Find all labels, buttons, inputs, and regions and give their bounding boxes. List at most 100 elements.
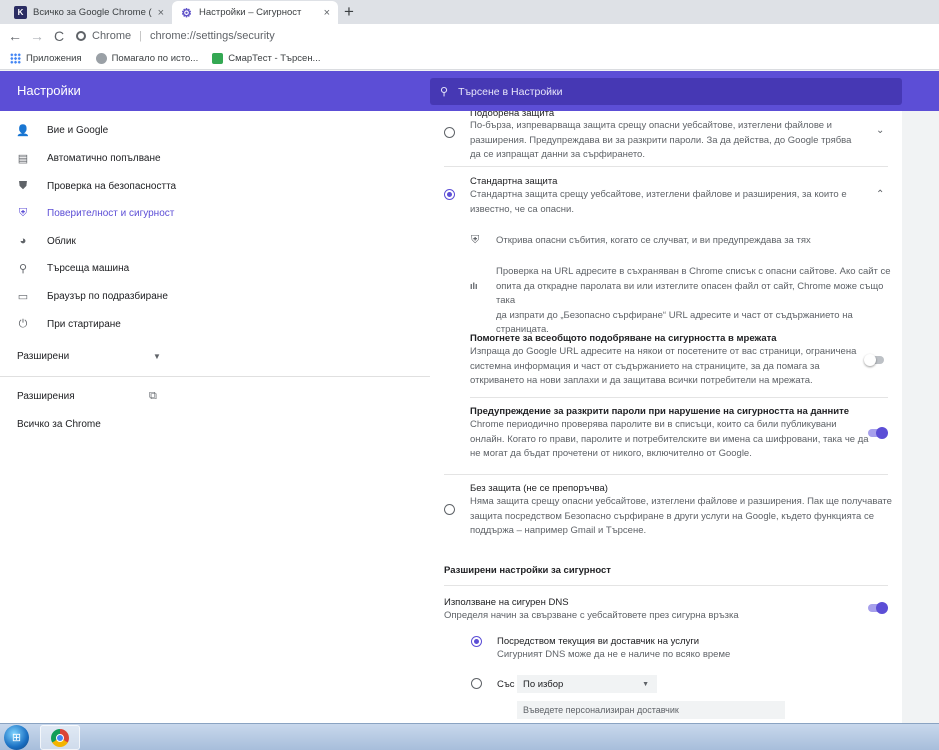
- search-icon: ⚲: [18, 262, 28, 275]
- dns-provider-select[interactable]: По избор ▼: [517, 675, 657, 693]
- dns-custom-radio[interactable]: [471, 678, 482, 689]
- page-title: Настройки: [17, 83, 81, 98]
- new-tab-button[interactable]: +: [344, 2, 354, 22]
- no-protection-title: Без защита (не се препоръчва): [470, 483, 608, 494]
- close-tab-icon[interactable]: ×: [324, 7, 330, 19]
- site-favicon-icon: K: [14, 6, 27, 19]
- sidebar-item-about-chrome[interactable]: Всичко за Chrome: [17, 419, 101, 430]
- url-text[interactable]: chrome://settings/security: [150, 30, 275, 42]
- back-button[interactable]: ←: [4, 28, 26, 44]
- desc-line: системна информация и част от съдържание…: [470, 360, 820, 372]
- dns-current-provider-title: Посредством текущия ви доставчик на услу…: [497, 636, 700, 647]
- shield-icon: ⛨: [471, 234, 480, 246]
- sidebar-item-label: Облик: [47, 235, 76, 247]
- browser-icon: ▭: [17, 290, 29, 303]
- sidebar-item-autofill[interactable]: ▤ Автоматично попълване: [17, 144, 161, 172]
- person-icon: 👤: [16, 124, 30, 137]
- standard-protection-radio[interactable]: [444, 189, 455, 200]
- reload-button[interactable]: C: [48, 28, 70, 44]
- secure-dns-desc: Определя начин за свързване с уебсайтове…: [444, 610, 739, 621]
- desc-line: поддържа – например Gmail и Търсене.: [470, 525, 647, 536]
- custom-dns-provider-input[interactable]: Въведете персонализиран доставчик: [517, 701, 785, 719]
- help-improve-title: Помогнете за всеобщото подобряване на си…: [470, 333, 777, 344]
- bookmark-favicon-icon: [95, 53, 107, 64]
- close-tab-icon[interactable]: ×: [158, 7, 164, 19]
- power-icon: ⏻: [18, 317, 28, 330]
- forward-button[interactable]: →: [26, 28, 48, 44]
- address-separator: |: [139, 30, 142, 42]
- sidebar-item-on-startup[interactable]: ⏻ При стартиране: [17, 310, 121, 338]
- search-icon: ⚲: [440, 86, 449, 98]
- bar-chart-icon: ılı: [470, 281, 478, 291]
- sidebar-advanced-toggle[interactable]: Разширени ▼: [17, 351, 217, 362]
- sidebar-item-label: Търсеща машина: [47, 262, 130, 274]
- shield-check-icon: ⛊: [18, 179, 28, 192]
- settings-search-input[interactable]: ⚲ Търсене в Настройки: [430, 78, 902, 105]
- desc-line: По-бърза, изпреварваща защита срещу опас…: [470, 120, 832, 131]
- desc-line: Chrome периодично проверява паролите ви …: [470, 419, 837, 430]
- chevron-down-icon[interactable]: ⌄: [876, 125, 884, 136]
- taskbar-chrome-button[interactable]: [40, 725, 80, 750]
- bookmark-apps[interactable]: Приложения: [10, 53, 82, 64]
- bookmark-favicon-icon: [212, 53, 224, 64]
- browser-toolbar: ← → C Chrome | chrome://settings/securit…: [0, 24, 939, 48]
- address-bar[interactable]: Chrome | chrome://settings/security: [76, 30, 275, 42]
- gear-icon: ⚙: [181, 5, 192, 20]
- sidebar-item-appearance[interactable]: ◕ Облик: [17, 227, 76, 255]
- row-divider: [444, 474, 888, 475]
- tab-settings-security[interactable]: ⚙ Настройки – Сигурност ×: [172, 1, 338, 24]
- enhanced-protection-title: Подобрена защита: [470, 111, 555, 119]
- dns-current-provider-desc: Сигурният DNS може да не е наличе по вся…: [497, 649, 731, 660]
- tab-all-about-chrome[interactable]: K Всичко за Google Chrome (обед ×: [6, 1, 172, 24]
- password-warning-toggle[interactable]: [866, 427, 888, 439]
- tab-title: Настройки – Сигурност: [199, 7, 302, 18]
- detect-events-text: Открива опасни събития, когато се случва…: [496, 235, 811, 246]
- chevron-up-icon[interactable]: ⌃: [876, 189, 884, 200]
- password-warning-desc: Chrome периодично проверява паролите ви …: [470, 418, 869, 462]
- sidebar-item-label: Разширения: [17, 391, 75, 402]
- caret-down-icon: ▼: [153, 352, 161, 361]
- sidebar-item-you-and-google[interactable]: 👤 Вие и Google: [16, 116, 109, 144]
- sidebar-item-default-browser[interactable]: ▭ Браузър по подразбиране: [17, 282, 168, 310]
- toggle-knob: [876, 427, 888, 439]
- desc-line: да се изпращат данни за сърфирането.: [470, 149, 645, 160]
- help-improve-desc: Изпраща до Google URL адресите на някои …: [470, 345, 856, 389]
- enhanced-protection-radio[interactable]: [444, 127, 455, 138]
- site-label: Chrome: [92, 30, 132, 42]
- settings-sidebar: 👤 Вие и Google ▤ Автоматично попълване ⛊…: [0, 111, 430, 723]
- sidebar-item-safety-check[interactable]: ⛊ Проверка на безопасността: [17, 172, 176, 200]
- search-placeholder: Търсене в Настройки: [458, 85, 563, 98]
- security-card: Подобрена защита По-бърза, изпреварваща …: [430, 111, 902, 723]
- sidebar-item-privacy-security[interactable]: ⛨ Поверителност и сигурност: [17, 199, 174, 227]
- url-check-text: Проверка на URL адресите в съхраняван в …: [496, 265, 902, 338]
- dns-current-provider-radio[interactable]: [471, 636, 482, 647]
- bookmarks-bar: Приложения Помагало по исто... СмарТест …: [0, 48, 939, 70]
- secure-dns-toggle[interactable]: [866, 602, 888, 614]
- sidebar-item-search-engine[interactable]: ⚲ Търсеща машина: [17, 254, 129, 282]
- no-protection-radio[interactable]: [444, 504, 455, 515]
- sidebar-item-label: Проверка на безопасността: [47, 180, 177, 192]
- input-placeholder: Въведете персонализиран доставчик: [523, 705, 679, 715]
- sidebar-item-label: Всичко за Chrome: [17, 419, 101, 430]
- start-button[interactable]: ⊞: [4, 725, 29, 750]
- desc-line: защита посредством Безопасно сърфиране в…: [470, 510, 874, 522]
- help-improve-toggle[interactable]: [864, 354, 886, 366]
- bookmark-smartest[interactable]: СмарТест - Търсен...: [212, 53, 320, 64]
- sidebar-divider: [0, 376, 430, 377]
- tab-title: Всичко за Google Chrome (обед: [33, 7, 152, 18]
- shield-privacy-icon: ⛨: [18, 206, 28, 219]
- sidebar-item-label: Вие и Google: [47, 124, 109, 136]
- secure-dns-title: Използване на сигурен DNS: [444, 597, 569, 608]
- toggle-knob: [876, 602, 888, 614]
- sidebar-item-label: Автоматично попълване: [47, 152, 161, 164]
- sidebar-advanced-label: Разширени: [17, 351, 70, 362]
- desc-line: Изпраща до Google URL адресите на някои …: [470, 346, 857, 357]
- site-info-icon[interactable]: [76, 31, 86, 41]
- bookmark-label: СмарТест - Търсен...: [228, 53, 321, 64]
- desc-line: Стандартна защита срещу уебсайтове, изте…: [470, 189, 847, 200]
- open-external-icon[interactable]: ⧉: [149, 390, 157, 403]
- advanced-security-heading: Разширени настройки за сигурност: [444, 565, 611, 576]
- desc-line: не могат да бъдат прочетени от никого, в…: [470, 448, 752, 459]
- bookmark-helper[interactable]: Помагало по исто...: [95, 53, 198, 64]
- desc-line: опита да открадне паролата ви или изтегл…: [496, 280, 884, 307]
